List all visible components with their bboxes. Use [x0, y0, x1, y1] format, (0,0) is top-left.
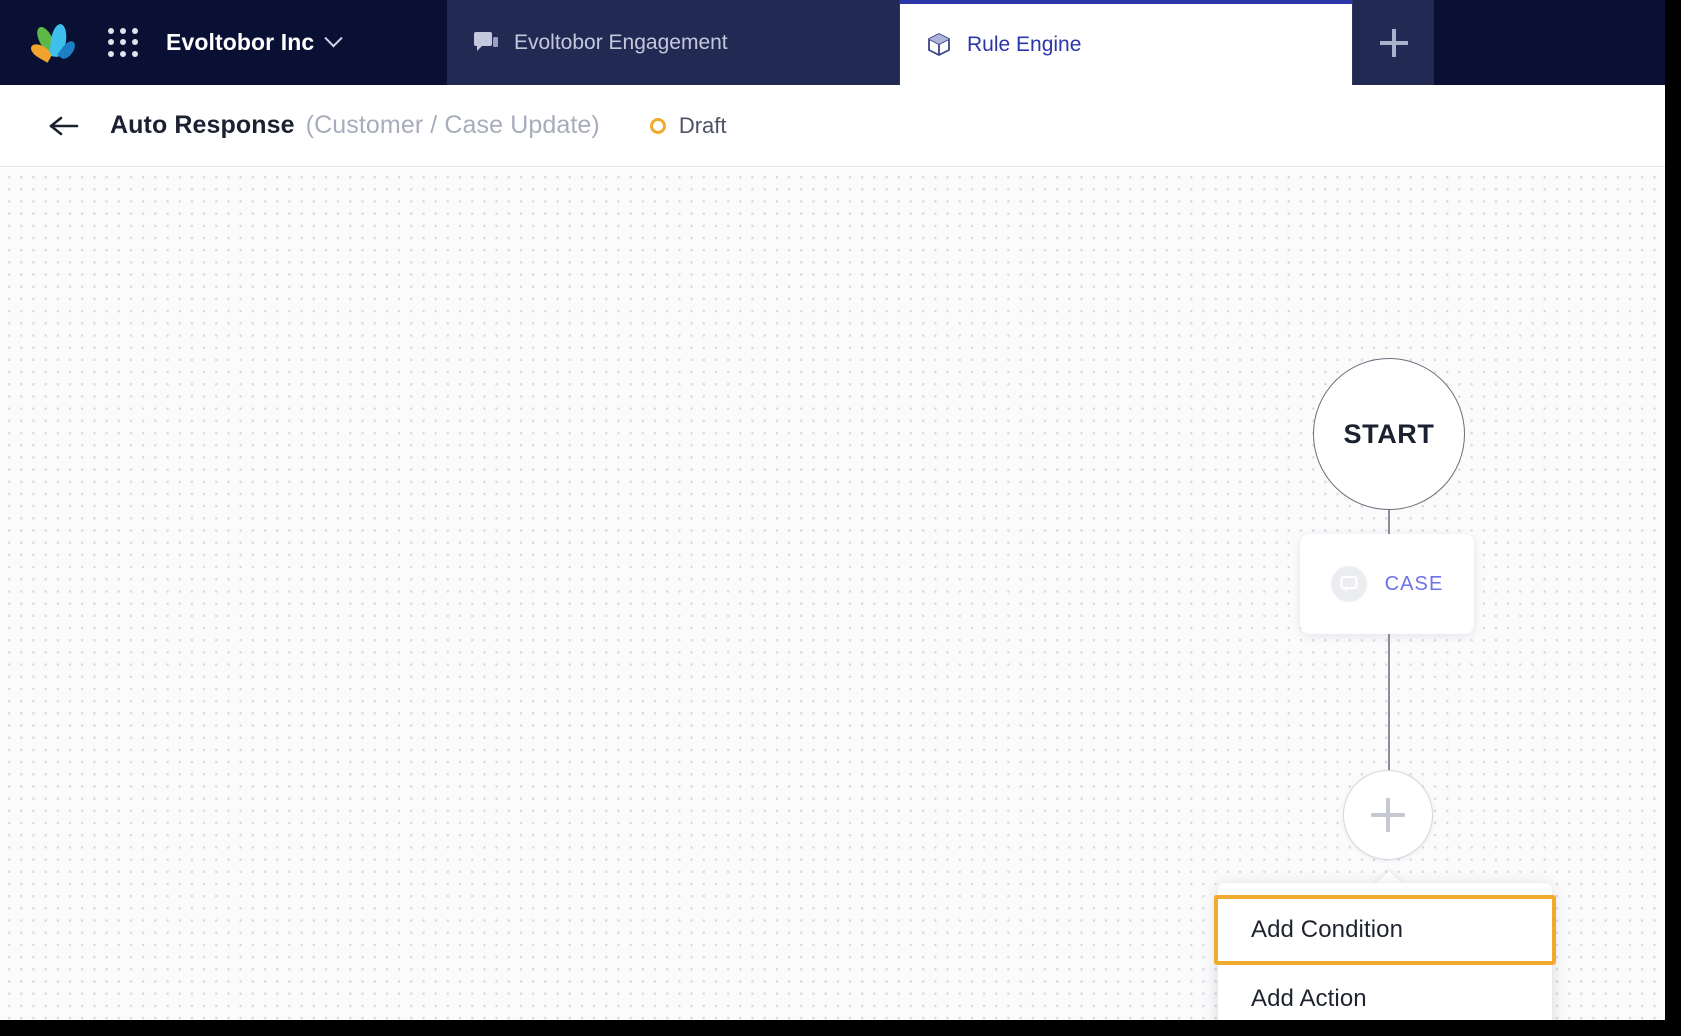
org-switcher[interactable]: Evoltobor Inc: [166, 29, 343, 56]
add-tab-button[interactable]: [1352, 0, 1434, 85]
app-window: Evoltobor Inc Evoltobor Engagement Rule …: [0, 0, 1665, 1020]
menu-item-add-action[interactable]: Add Action: [1218, 965, 1552, 1020]
org-name-label: Evoltobor Inc: [166, 29, 315, 55]
status-badge: Draft: [649, 112, 727, 139]
cube-icon: [926, 32, 952, 58]
circle-outline-icon: [649, 117, 666, 134]
page-title: Auto Response: [110, 111, 295, 139]
rule-flow-canvas[interactable]: START CASE Add Condition Add Action: [0, 168, 1665, 1020]
node-start[interactable]: START: [1313, 358, 1465, 510]
chat-bubbles-icon: [473, 31, 499, 55]
tab-label: Rule Engine: [967, 32, 1082, 56]
tab-strip: Evoltobor Engagement Rule Engine: [447, 0, 1665, 85]
chevron-down-icon: [324, 29, 343, 48]
page-subtitle: (Customer / Case Update): [305, 111, 600, 139]
menu-item-label: Add Condition: [1251, 916, 1404, 943]
tab-label: Evoltobor Engagement: [514, 30, 728, 54]
brand-zone: Evoltobor Inc: [0, 0, 447, 85]
menu-item-add-condition[interactable]: Add Condition: [1214, 895, 1556, 965]
tab-rule-engine[interactable]: Rule Engine: [900, 0, 1352, 85]
node-start-label: START: [1343, 418, 1435, 449]
plus-icon: [1379, 28, 1408, 57]
connector-start-to-case: [1388, 510, 1390, 536]
node-case[interactable]: CASE: [1300, 534, 1474, 634]
node-add-step[interactable]: [1343, 770, 1433, 860]
connector-case-to-add: [1388, 634, 1390, 771]
app-logo-icon[interactable]: [26, 20, 80, 66]
menu-item-label: Add Action: [1251, 985, 1367, 1012]
add-step-menu: Add Condition Add Action: [1214, 883, 1556, 1020]
back-button[interactable]: [44, 106, 84, 146]
top-navigation-bar: Evoltobor Inc Evoltobor Engagement Rule …: [0, 0, 1665, 85]
rule-header-bar: Auto Response (Customer / Case Update) D…: [0, 85, 1665, 167]
message-square-icon: [1330, 566, 1367, 602]
status-label: Draft: [678, 112, 727, 138]
tab-evoltobor-engagement[interactable]: Evoltobor Engagement: [447, 0, 900, 85]
arrow-left-icon: [49, 116, 79, 135]
plus-icon: [1371, 798, 1405, 832]
node-case-label: CASE: [1384, 572, 1444, 595]
apps-grid-icon[interactable]: [106, 26, 140, 60]
